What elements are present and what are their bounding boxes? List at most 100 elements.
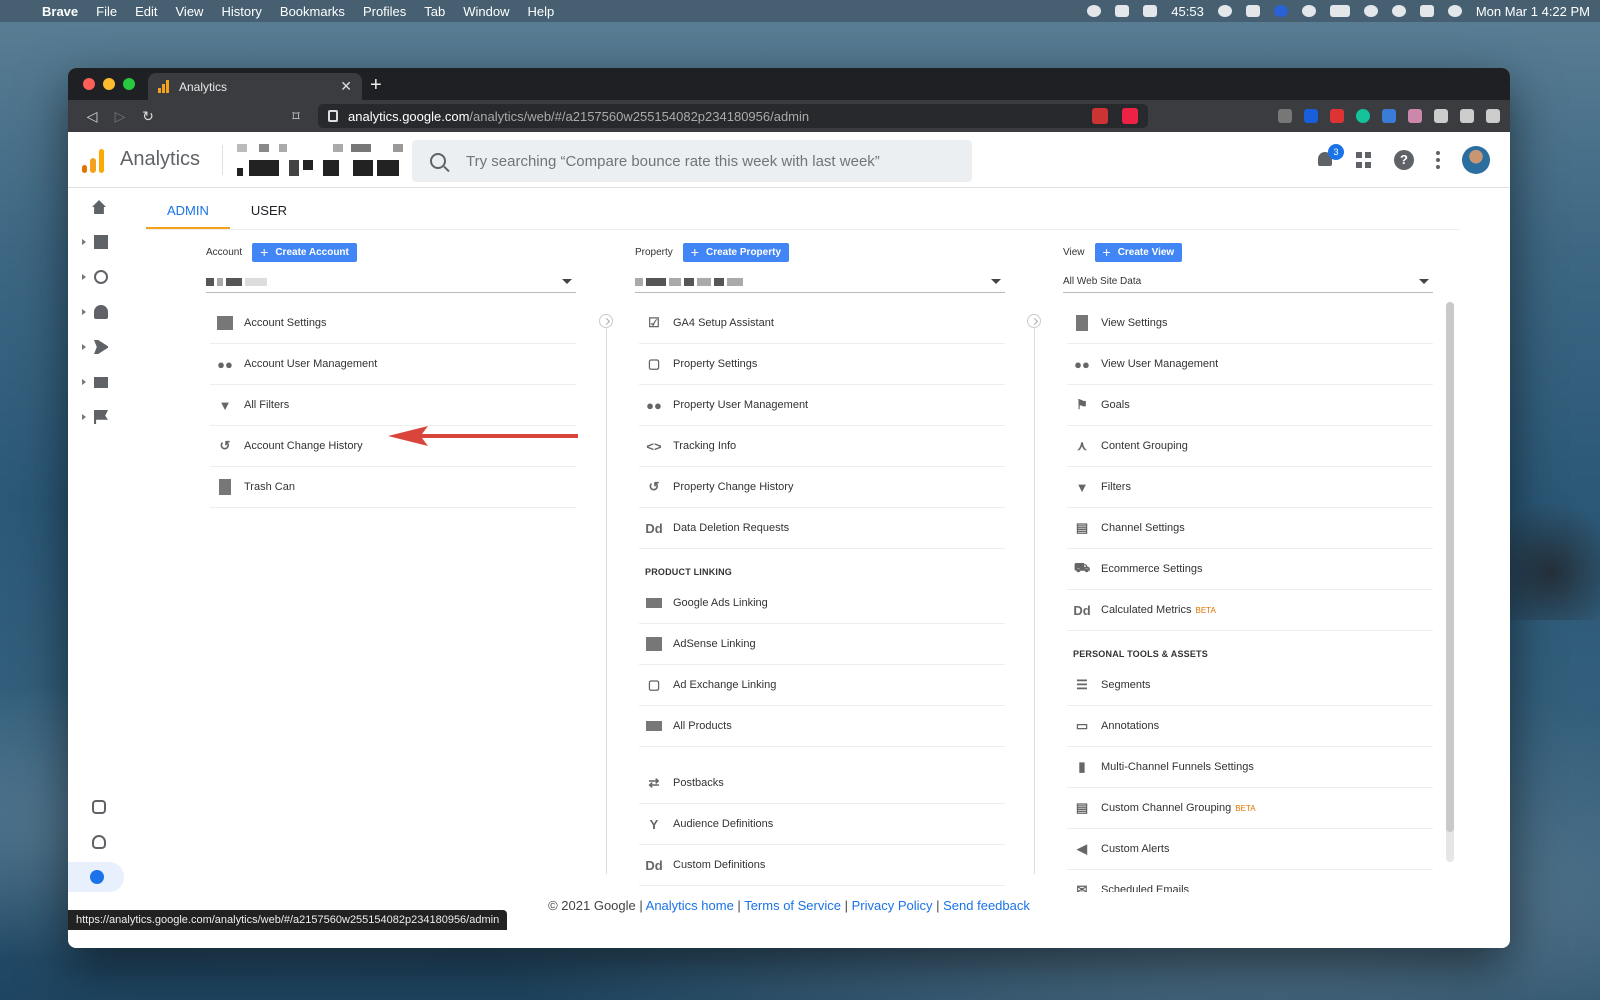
user-avatar[interactable] bbox=[1462, 146, 1490, 174]
nav-conversions[interactable] bbox=[82, 402, 134, 432]
property-change-history-item[interactable]: ↺ Property Change History bbox=[639, 467, 1005, 508]
download-extension-icon[interactable] bbox=[1382, 109, 1396, 123]
postbacks-item[interactable]: ⇄ Postbacks bbox=[639, 763, 1005, 804]
timer-readout[interactable]: 45:53 bbox=[1171, 4, 1204, 19]
goals-item[interactable]: ⚑ Goals bbox=[1067, 385, 1433, 426]
brightness-icon[interactable] bbox=[1087, 5, 1102, 17]
menu-profiles[interactable]: Profiles bbox=[363, 4, 406, 19]
address-bar[interactable]: analytics.google.com /analytics/web/#/a2… bbox=[318, 104, 1148, 128]
browser-tab-analytics[interactable]: Analytics ✕ bbox=[148, 73, 362, 100]
account-picker-redacted[interactable] bbox=[233, 142, 413, 178]
send-feedback-link[interactable]: Send feedback bbox=[943, 898, 1030, 913]
content-scrollbar[interactable] bbox=[1446, 302, 1454, 862]
data-deletion-requests-item[interactable]: Dd Data Deletion Requests bbox=[639, 508, 1005, 549]
siri-icon[interactable] bbox=[1447, 5, 1462, 17]
menu-file[interactable]: File bbox=[96, 4, 117, 19]
create-account-button[interactable]: + Create Account bbox=[252, 242, 357, 262]
clock[interactable]: Mon Mar 1 4:22 PM bbox=[1476, 4, 1590, 19]
property-selector[interactable] bbox=[635, 271, 1005, 293]
blue-dot-icon[interactable] bbox=[1273, 5, 1288, 17]
menu-window[interactable]: Window bbox=[463, 4, 509, 19]
custom-definitions-item[interactable]: Dd Custom Definitions bbox=[639, 845, 1005, 886]
bookmark-icon[interactable]: ⌑ bbox=[282, 108, 310, 125]
filters-item[interactable]: ▼ Filters bbox=[1067, 467, 1433, 508]
nav-admin[interactable] bbox=[68, 862, 124, 892]
view-selector[interactable]: All Web Site Data bbox=[1063, 271, 1433, 293]
view-user-management-item[interactable]: ●● View User Management bbox=[1067, 344, 1433, 385]
wifi-icon[interactable] bbox=[1363, 5, 1378, 17]
playlist-icon[interactable] bbox=[1460, 109, 1474, 123]
puzzle-extensions-icon[interactable] bbox=[1434, 109, 1448, 123]
create-view-button[interactable]: + Create View bbox=[1094, 242, 1183, 262]
more-options-icon[interactable] bbox=[1436, 151, 1440, 169]
help-icon[interactable]: ? bbox=[1394, 150, 1414, 170]
menu-app-name[interactable]: Brave bbox=[42, 4, 78, 19]
analytics-logo-icon[interactable] bbox=[82, 147, 104, 173]
ad-exchange-linking-item[interactable]: ▢ Ad Exchange Linking bbox=[639, 665, 1005, 706]
zoom-window-button[interactable] bbox=[123, 78, 135, 90]
spotlight-icon[interactable] bbox=[1391, 5, 1406, 17]
minimize-window-button[interactable] bbox=[103, 78, 115, 90]
menu-tab[interactable]: Tab bbox=[424, 4, 445, 19]
annotations-item[interactable]: ▭ Annotations bbox=[1067, 706, 1433, 747]
color-extension-icon[interactable] bbox=[1408, 109, 1422, 123]
view-settings-item[interactable]: View Settings bbox=[1067, 303, 1433, 344]
nav-behavior[interactable] bbox=[82, 367, 134, 397]
tab-user[interactable]: USER bbox=[230, 203, 308, 229]
calculated-metrics-item[interactable]: Dd Calculated Metrics BETA bbox=[1067, 590, 1433, 631]
menu-bookmarks[interactable]: Bookmarks bbox=[280, 4, 345, 19]
mute-icon[interactable] bbox=[1245, 5, 1260, 17]
battery-icon[interactable] bbox=[1329, 5, 1350, 17]
trash-can-item[interactable]: Trash Can bbox=[210, 467, 576, 508]
tab-admin[interactable]: ADMIN bbox=[146, 203, 230, 229]
scrollbar-thumb[interactable] bbox=[1446, 302, 1454, 832]
channel-settings-item[interactable]: ▤ Channel Settings bbox=[1067, 508, 1433, 549]
lock-icon[interactable] bbox=[328, 110, 338, 122]
menu-view[interactable]: View bbox=[176, 4, 204, 19]
create-property-button[interactable]: + Create Property bbox=[682, 242, 790, 262]
nav-customization[interactable] bbox=[82, 227, 134, 257]
play-icon[interactable] bbox=[1301, 5, 1316, 17]
card-icon[interactable] bbox=[1143, 5, 1158, 17]
todo-extension-icon[interactable] bbox=[1330, 109, 1344, 123]
product-name[interactable]: Analytics bbox=[120, 148, 200, 171]
all-products-item[interactable]: All Products bbox=[639, 706, 1005, 747]
notifications-bell-icon[interactable]: 3 bbox=[1316, 144, 1344, 170]
nav-home[interactable] bbox=[82, 192, 134, 222]
audience-definitions-item[interactable]: Y Audience Definitions bbox=[639, 804, 1005, 845]
forward-icon[interactable]: ▷ bbox=[106, 108, 134, 125]
property-settings-item[interactable]: ▢ Property Settings bbox=[639, 344, 1005, 385]
multi-channel-funnels-item[interactable]: ▮ Multi-Channel Funnels Settings bbox=[1067, 747, 1433, 788]
grammarly-extension-icon[interactable] bbox=[1356, 109, 1370, 123]
property-user-management-item[interactable]: ●● Property User Management bbox=[639, 385, 1005, 426]
privacy-policy-link[interactable]: Privacy Policy bbox=[852, 898, 933, 913]
nav-discover[interactable] bbox=[82, 827, 134, 857]
brave-rewards-icon[interactable] bbox=[1122, 108, 1138, 124]
analytics-home-link[interactable]: Analytics home bbox=[646, 898, 734, 913]
terms-of-service-link[interactable]: Terms of Service bbox=[744, 898, 841, 913]
new-tab-icon[interactable]: + bbox=[370, 74, 382, 97]
apps-grid-icon[interactable] bbox=[1356, 152, 1372, 168]
close-window-button[interactable] bbox=[83, 78, 95, 90]
nav-attribution[interactable] bbox=[82, 792, 134, 822]
custom-channel-grouping-item[interactable]: ▤ Custom Channel Grouping BETA bbox=[1067, 788, 1433, 829]
account-selector[interactable] bbox=[206, 271, 576, 293]
account-settings-item[interactable]: Account Settings bbox=[210, 303, 576, 344]
scheduled-emails-item[interactable]: ✉ Scheduled Emails bbox=[1067, 870, 1433, 892]
control-center-icon[interactable] bbox=[1419, 5, 1434, 17]
tag-icon[interactable] bbox=[1115, 5, 1130, 17]
account-user-management-item[interactable]: ●● Account User Management bbox=[210, 344, 576, 385]
nav-acquisition[interactable] bbox=[82, 332, 134, 362]
menu-history[interactable]: History bbox=[221, 4, 261, 19]
back-icon[interactable]: ◁ bbox=[78, 108, 106, 125]
segments-item[interactable]: ☰ Segments bbox=[1067, 665, 1433, 706]
all-filters-item[interactable]: ▼ All Filters bbox=[210, 385, 576, 426]
browser-menu-icon[interactable] bbox=[1486, 109, 1500, 123]
bitwarden-extension-icon[interactable] bbox=[1304, 109, 1318, 123]
reload-icon[interactable]: ↻ bbox=[134, 108, 162, 125]
google-ads-linking-item[interactable]: Google Ads Linking bbox=[639, 583, 1005, 624]
brave-shields-icon[interactable] bbox=[1092, 108, 1108, 124]
menu-help[interactable]: Help bbox=[528, 4, 555, 19]
menu-edit[interactable]: Edit bbox=[135, 4, 157, 19]
tracking-info-item[interactable]: <> Tracking Info bbox=[639, 426, 1005, 467]
